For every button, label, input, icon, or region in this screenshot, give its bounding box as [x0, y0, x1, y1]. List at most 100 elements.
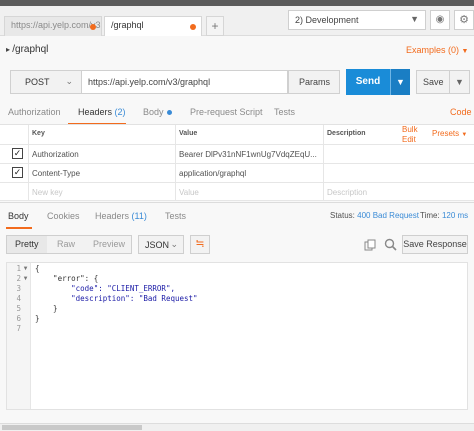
postman-window: https://api.yelp.com/v3 /graphql + 2) De… — [0, 0, 474, 431]
request-name-label: /graphql — [12, 44, 49, 55]
unsaved-dot-icon — [190, 24, 196, 30]
chevron-down-icon: ⌄ — [170, 239, 178, 249]
response-time: Time: 120 ms — [420, 211, 468, 220]
response-tab-body[interactable]: Body — [8, 211, 29, 221]
request-name[interactable]: ▸ /graphql — [6, 44, 48, 55]
horizontal-scrollbar[interactable] — [0, 423, 474, 431]
scrollbar-thumb[interactable] — [2, 425, 142, 430]
line-number: 6 — [16, 314, 21, 323]
method-select[interactable]: POST ⌄ — [10, 70, 82, 94]
headers-table: Key Value Description Bulk Edit Presets … — [0, 124, 474, 201]
line-number: 2 — [16, 274, 21, 283]
params-button[interactable]: Params — [288, 70, 340, 94]
request-tabs: Authorization Headers (2) Body Pre-reque… — [0, 102, 474, 125]
url-value: https://api.yelp.com/v3/graphql — [88, 77, 211, 87]
environment-select[interactable]: 2) Development ▼ — [288, 10, 426, 30]
response-headers-count: (11) — [131, 211, 147, 221]
header-value-cell[interactable]: application/graphql — [179, 169, 319, 178]
body-indicator-dot-icon — [166, 110, 172, 116]
code-line: "error": { — [35, 274, 99, 283]
column-header-description: Description — [327, 130, 366, 137]
unsaved-dot-icon — [90, 24, 96, 30]
tab-tests[interactable]: Tests — [274, 107, 295, 117]
wrap-lines-icon: ≒ — [195, 238, 205, 250]
response-tab-cookies[interactable]: Cookies — [47, 211, 80, 221]
method-value: POST — [25, 77, 50, 87]
bulk-edit-link[interactable]: Bulk Edit — [402, 125, 426, 145]
code-line: "description": "Bad Request" — [35, 294, 198, 303]
save-response-button[interactable]: Save Response — [402, 235, 468, 254]
line-number-gutter: 1 ▼ 2 ▼ 3 4 5 6 7 — [7, 263, 31, 409]
preview-button[interactable]: Preview — [85, 236, 133, 253]
format-select[interactable]: JSON ⌄ — [138, 235, 184, 254]
response-body-editor[interactable]: 1 ▼ 2 ▼ 3 4 5 6 7 { "error": { "code": "… — [6, 262, 468, 410]
fold-arrow-icon[interactable]: ▼ — [22, 265, 29, 272]
column-header-value: Value — [179, 130, 198, 137]
tab-body-label: Body — [143, 107, 164, 117]
new-value-input[interactable]: Value — [179, 188, 199, 197]
environment-quick-look-button[interactable]: ◉ — [430, 10, 450, 30]
tab-body[interactable]: Body — [143, 107, 172, 117]
response-tab-tests[interactable]: Tests — [165, 211, 186, 221]
save-options-button[interactable]: ▼ — [450, 70, 470, 94]
column-divider — [175, 125, 176, 201]
status-label: Status: — [330, 211, 355, 220]
pretty-button[interactable]: Pretty — [7, 236, 47, 253]
response-status: Status: 400 Bad Request — [330, 211, 419, 220]
tab-label: /graphql — [111, 20, 144, 30]
tab-prerequest-script[interactable]: Pre-request Script — [190, 107, 263, 117]
tab-headers-label: Headers — [78, 107, 113, 117]
row-divider — [0, 144, 474, 145]
gear-icon: ⚙ — [459, 14, 469, 26]
response-tab-headers-label: Headers — [95, 211, 130, 221]
line-number: 3 — [16, 284, 21, 293]
environment-selected-value: 2) Development — [295, 15, 359, 25]
top-strip — [0, 0, 474, 6]
search-icon[interactable] — [384, 238, 397, 251]
chevron-down-icon: ▼ — [396, 77, 405, 87]
send-options-button[interactable]: ▼ — [390, 69, 410, 95]
new-key-input[interactable]: New key — [32, 188, 63, 197]
fold-arrow-icon[interactable]: ▼ — [22, 275, 29, 282]
header-value-cell[interactable]: Bearer DlPv31nNF1wnUg7VdqZEqU... — [179, 150, 319, 159]
header-enabled-checkbox[interactable]: ✓ — [12, 167, 23, 178]
tab-bar: https://api.yelp.com/v3 /graphql + 2) De… — [0, 0, 474, 36]
column-header-key: Key — [32, 130, 45, 137]
copy-icon[interactable] — [364, 239, 376, 251]
tab-label: https://api.yelp.com/v3 — [11, 20, 101, 30]
send-button[interactable]: Send — [346, 69, 390, 95]
chevron-down-icon: ▼ — [455, 77, 464, 87]
examples-label: Examples (0) — [406, 45, 460, 55]
status-value[interactable]: 400 Bad Request — [357, 211, 419, 220]
examples-dropdown[interactable]: Examples (0) ▼ — [406, 45, 468, 55]
tab-authorization[interactable]: Authorization — [8, 107, 61, 117]
manage-environments-button[interactable]: ⚙ — [454, 10, 474, 30]
chevron-down-icon: ▼ — [461, 132, 468, 138]
time-value[interactable]: 120 ms — [442, 211, 468, 220]
save-button[interactable]: Save — [416, 70, 450, 94]
code-line: "code": "CLIENT_ERROR", — [35, 284, 175, 293]
row-divider — [0, 163, 474, 164]
tab-graphql[interactable]: /graphql — [104, 16, 202, 36]
raw-button[interactable]: Raw — [49, 236, 83, 253]
tab-headers[interactable]: Headers (2) — [78, 107, 126, 117]
header-enabled-checkbox[interactable]: ✓ — [12, 148, 23, 159]
chevron-down-icon: ▼ — [461, 48, 469, 55]
code-line: } — [35, 314, 40, 323]
response-tab-headers[interactable]: Headers (11) — [95, 211, 147, 221]
new-description-input[interactable]: Description — [327, 188, 367, 197]
chevron-down-icon: ⌄ — [65, 76, 73, 86]
code-link[interactable]: Code — [450, 107, 472, 117]
new-tab-button[interactable]: + — [206, 16, 224, 36]
wrap-lines-button[interactable]: ≒ — [190, 235, 210, 254]
code-line: } — [35, 304, 58, 313]
eye-icon: ◉ — [435, 14, 445, 25]
tab-yelp-api[interactable]: https://api.yelp.com/v3 — [4, 16, 102, 36]
line-number: 1 — [16, 264, 21, 273]
chevron-down-icon: ▼ — [410, 14, 419, 24]
url-input[interactable]: https://api.yelp.com/v3/graphql — [82, 70, 288, 94]
presets-dropdown[interactable]: Presets ▼ — [432, 129, 467, 138]
header-key-cell[interactable]: Authorization — [32, 150, 172, 159]
header-key-cell[interactable]: Content-Type — [32, 169, 172, 178]
column-divider — [28, 125, 29, 201]
